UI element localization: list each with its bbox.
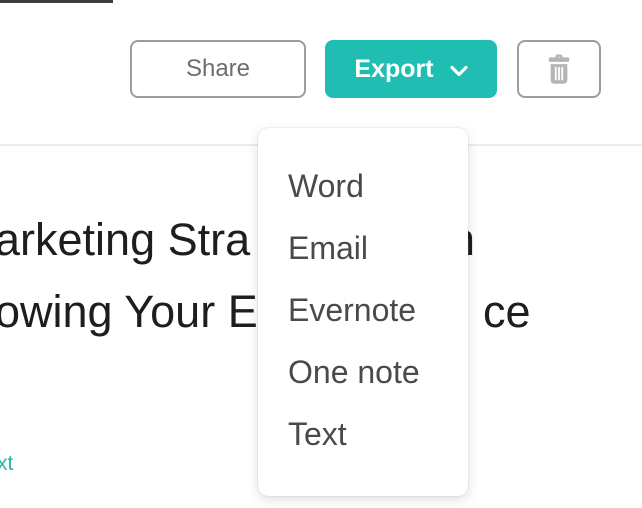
- export-dropdown-menu: Word Email Evernote One note Text: [258, 128, 468, 496]
- top-edge-line: [0, 0, 113, 3]
- export-button-label: Export: [354, 54, 434, 83]
- delete-button[interactable]: [517, 40, 601, 98]
- export-menu-item-email[interactable]: Email: [258, 217, 468, 279]
- export-menu-item-evernote[interactable]: Evernote: [258, 279, 468, 341]
- document-title-line1: arketing Stra: [0, 214, 251, 265]
- document-title-line2: owing Your E: [0, 286, 258, 337]
- export-menu-item-text[interactable]: Text: [258, 403, 468, 465]
- chevron-down-icon: [449, 65, 468, 77]
- text-link-fragment[interactable]: xt: [0, 452, 13, 476]
- export-menu-item-word[interactable]: Word: [258, 155, 468, 217]
- trash-icon: [544, 53, 574, 85]
- export-menu-item-onenote[interactable]: One note: [258, 341, 468, 403]
- share-button[interactable]: Share: [130, 40, 306, 98]
- document-title-line2-fragment: ce: [483, 286, 531, 337]
- share-button-label: Share: [185, 55, 251, 82]
- export-button[interactable]: Export: [325, 40, 497, 98]
